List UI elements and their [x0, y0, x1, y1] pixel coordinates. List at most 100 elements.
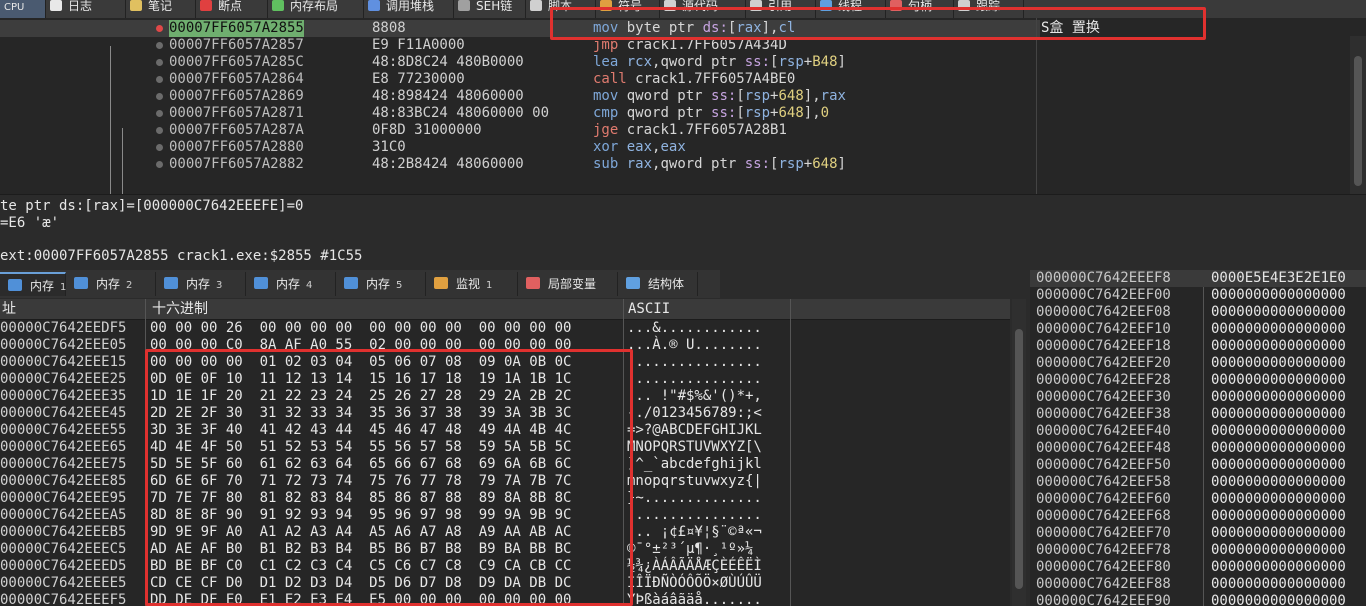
dump-ascii[interactable]: MNOPQRSTUVWXYZ[\	[627, 439, 762, 456]
dump-hex-bytes[interactable]: 5D 5E 5F 60 61 62 63 64 65 66 67 68 69 6…	[150, 456, 571, 473]
stack-row[interactable]: 000000C7642EEF88 0000000000000000	[1030, 576, 1366, 593]
dump-scrollbar[interactable]	[1012, 299, 1026, 606]
dump-row[interactable]: 00000C7642EEE75 5D 5E 5F 60 61 62 63 64 6…	[0, 456, 1010, 473]
breakpoint-dot[interactable]	[156, 59, 163, 66]
dump-ascii[interactable]: ................	[627, 507, 762, 524]
disassembly-view[interactable]: P 00007FF6057A28558808mov byte ptr ds:[r…	[0, 18, 1366, 194]
stack-row[interactable]: 000000C7642EEF48 0000000000000000	[1030, 440, 1366, 457]
dump-row[interactable]: 00000C7642EEEE5 CD CE CF D0 D1 D2 D3 D4 D…	[0, 575, 1010, 592]
tab-script[interactable]: 脚本	[526, 0, 596, 18]
dump-tab-2[interactable]: 内存 2	[66, 272, 156, 296]
dump-row[interactable]: 00000C7642EEE15 00 00 00 00 01 02 03 04 0…	[0, 354, 1010, 371]
disasm-row[interactable]: 00007FF6057A2871 48:83BC24 48060000 00 cmp…	[0, 105, 1040, 122]
dump-ascii[interactable]: ................	[627, 371, 762, 388]
dump-tab-6[interactable]: 监视 1	[426, 272, 518, 296]
tab-source[interactable]: 源代码	[660, 0, 746, 18]
stack-row[interactable]: 000000C7642EEF08 0000000000000000	[1030, 304, 1366, 321]
stack-row[interactable]: 000000C7642EEF30 0000000000000000	[1030, 389, 1366, 406]
stack-row[interactable]: 000000C7642EEF58 0000000000000000	[1030, 474, 1366, 491]
scrollbar-thumb[interactable]	[1354, 56, 1362, 186]
dump-ascii[interactable]: -./0123456789:;<	[627, 405, 762, 422]
dump-row[interactable]: 00000C7642EEE25 0D 0E 0F 10 11 12 13 14 1…	[0, 371, 1010, 388]
breakpoint-dot[interactable]	[156, 127, 163, 134]
dump-hex-bytes[interactable]: AD AE AF B0 B1 B2 B3 B4 B5 B6 B7 B8 B9 B…	[150, 541, 571, 558]
breakpoint-dot[interactable]	[156, 110, 163, 117]
disasm-row[interactable]: 00007FF6057A2882 48:2B8424 48060000 sub ra…	[0, 156, 1040, 173]
dump-row[interactable]: 00000C7642EEEB5 9D 9E 9F A0 A1 A2 A3 A4 A…	[0, 524, 1010, 541]
dump-ascii[interactable]: ... ¡¢£¤¥¦§¨©ª«¬	[627, 524, 762, 541]
stack-row[interactable]: 000000C7642EEF68 0000000000000000	[1030, 508, 1366, 525]
dump-hex-bytes[interactable]: BD BE BF C0 C1 C2 C3 C4 C5 C6 C7 C8 C9 C…	[150, 558, 571, 575]
stack-row[interactable]: 000000C7642EEF78 0000000000000000	[1030, 542, 1366, 559]
dump-row[interactable]: 00000C7642EEE05 00 00 00 C0 8A AF A0 55 0…	[0, 337, 1010, 354]
tab-seh[interactable]: SEH链	[454, 0, 526, 18]
dump-ascii[interactable]: ½¾¿ÀÁÂÃÄÅÆÇÈÉÊËÌ	[627, 558, 762, 575]
dump-tab-8[interactable]: 结构体	[618, 272, 698, 296]
tab-log[interactable]: 日志	[46, 0, 126, 18]
dump-hex-bytes[interactable]: 9D 9E 9F A0 A1 A2 A3 A4 A5 A6 A7 A8 A9 A…	[150, 524, 571, 541]
stack-row[interactable]: 000000C7642EEF00 0000000000000000	[1030, 287, 1366, 304]
stack-row[interactable]: 000000C7642EEF18 0000000000000000	[1030, 338, 1366, 355]
dump-ascii[interactable]: ÝÞßàáâãäå.......	[627, 592, 762, 606]
dump-ascii[interactable]: ... !"#$%&'()*+,	[627, 388, 762, 405]
dump-ascii[interactable]: =>?@ABCDEFGHIJKL	[627, 422, 762, 439]
stack-view[interactable]: 000000C7642EEEF8 0000E5E4E3E2E1E0 000000C7…	[1030, 270, 1366, 606]
tab-trace[interactable]: 跟踪	[954, 0, 1024, 18]
dump-row[interactable]: 00000C7642EEEA5 8D 8E 8F 90 91 92 93 94 9…	[0, 507, 1010, 524]
memory-dump-view[interactable]: 址 十六进制 ASCII 00000C7642EEDF5 00 00 00 26 …	[0, 299, 1010, 606]
stack-row[interactable]: 000000C7642EEF90 0000000000000000	[1030, 593, 1366, 606]
stack-row[interactable]: 000000C7642EEF10 0000000000000000	[1030, 321, 1366, 338]
breakpoint-dot[interactable]	[156, 93, 163, 100]
dump-hex-bytes[interactable]: 00 00 00 00 01 02 03 04 05 06 07 08 09 0…	[150, 354, 571, 371]
stack-row[interactable]: 000000C7642EEEF8 0000E5E4E3E2E1E0	[1030, 270, 1366, 287]
dump-tab-5[interactable]: 内存 5	[336, 272, 426, 296]
dump-ascii[interactable]: mnopqrstuvwxyz{|	[627, 473, 762, 490]
dump-hex-bytes[interactable]: 2D 2E 2F 30 31 32 33 34 35 36 37 38 39 3…	[150, 405, 571, 422]
tab-breakpoint[interactable]: 断点	[196, 0, 268, 18]
stack-row[interactable]: 000000C7642EEF60 0000000000000000	[1030, 491, 1366, 508]
breakpoint-dot[interactable]	[156, 25, 163, 32]
dump-hex-bytes[interactable]: 00 00 00 26 00 00 00 00 00 00 00 00 00 0…	[150, 320, 571, 337]
dump-row[interactable]: 00000C7642EEE85 6D 6E 6F 70 71 72 73 74 7…	[0, 473, 1010, 490]
breakpoint-dot[interactable]	[156, 76, 163, 83]
dump-ascii[interactable]: ...À.® U........	[627, 337, 762, 354]
dump-row[interactable]: 00000C7642EEE95 7D 7E 7F 80 81 82 83 84 8…	[0, 490, 1010, 507]
dump-row[interactable]: 00000C7642EEEC5 AD AE AF B0 B1 B2 B3 B4 B…	[0, 541, 1010, 558]
dump-ascii[interactable]: ...&............	[627, 320, 762, 337]
dump-hex-bytes[interactable]: 00 00 00 C0 8A AF A0 55 02 00 00 00 00 0…	[150, 337, 571, 354]
disasm-row[interactable]: 00007FF6057A285C 48:8D8C24 480B0000 lea rc…	[0, 54, 1040, 71]
disasm-row[interactable]: 00007FF6057A2855 8808 mov byte ptr ds:[rax…	[0, 20, 1040, 37]
disasm-row[interactable]: 00007FF6057A2857 E9 F11A0000 jmp crack1.7F…	[0, 37, 1040, 54]
stack-row[interactable]: 000000C7642EEF28 0000000000000000	[1030, 372, 1366, 389]
stack-row[interactable]: 000000C7642EEF40 0000000000000000	[1030, 423, 1366, 440]
dump-ascii[interactable]: ................	[627, 354, 762, 371]
stack-row[interactable]: 000000C7642EEF70 0000000000000000	[1030, 525, 1366, 542]
dump-ascii[interactable]: ®¯°±²³´µ¶·¸¹º»¼	[627, 541, 753, 558]
tab-thread[interactable]: 线程	[816, 0, 886, 18]
disasm-row[interactable]: 00007FF6057A2864 E8 77230000 call crack1.7…	[0, 71, 1040, 88]
dump-tab-4[interactable]: 内存 4	[246, 272, 336, 296]
stack-row[interactable]: 000000C7642EEF80 0000000000000000	[1030, 559, 1366, 576]
dump-hex-bytes[interactable]: DD DE DF E0 E1 E2 E3 E4 E5 00 00 00 00 0…	[150, 592, 571, 606]
ascii-column-header[interactable]: ASCII	[628, 299, 670, 319]
dump-hex-bytes[interactable]: 1D 1E 1F 20 21 22 23 24 25 26 27 28 29 2…	[150, 388, 571, 405]
dump-row[interactable]: 00000C7642EEE65 4D 4E 4F 50 51 52 53 54 5…	[0, 439, 1010, 456]
tab-handle[interactable]: 句柄	[886, 0, 954, 18]
tab-symbol[interactable]: 符号	[596, 0, 660, 18]
disasm-row[interactable]: 00007FF6057A287A 0F8D 31000000 jge crack1.…	[0, 122, 1040, 139]
dump-row[interactable]: 00000C7642EEDF5 00 00 00 26 00 00 00 00 0…	[0, 320, 1010, 337]
dump-tab-7[interactable]: 局部变量	[518, 272, 618, 296]
dump-row[interactable]: 00000C7642EEE55 3D 3E 3F 40 41 42 43 44 4…	[0, 422, 1010, 439]
stack-row[interactable]: 000000C7642EEF50 0000000000000000	[1030, 457, 1366, 474]
breakpoint-dot[interactable]	[156, 42, 163, 49]
dump-ascii[interactable]: ÍÎÏÐÑÒÓÔÕÖ×ØÙÚÛÜ	[627, 575, 762, 592]
dump-tab-3[interactable]: 内存 3	[156, 272, 246, 296]
dump-hex-bytes[interactable]: 8D 8E 8F 90 91 92 93 94 95 96 97 98 99 9…	[150, 507, 571, 524]
dump-hex-bytes[interactable]: 4D 4E 4F 50 51 52 53 54 55 56 57 58 59 5…	[150, 439, 571, 456]
breakpoint-dot[interactable]	[156, 161, 163, 168]
dump-ascii[interactable]: }~..............	[627, 490, 762, 507]
vertical-scrollbar[interactable]	[1350, 36, 1366, 194]
dump-hex-bytes[interactable]: 3D 3E 3F 40 41 42 43 44 45 46 47 48 49 4…	[150, 422, 571, 439]
dump-ascii[interactable]: ]^_`abcdefghijkl	[627, 456, 762, 473]
disasm-row[interactable]: 00007FF6057A2880 31C0 xor eax,eax	[0, 139, 1040, 156]
